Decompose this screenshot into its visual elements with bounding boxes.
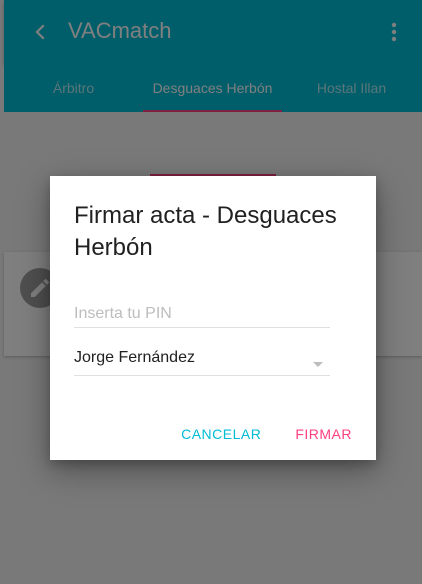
- person-select[interactable]: Jorge Fernández: [74, 346, 330, 376]
- cancel-button[interactable]: CANCELAR: [165, 416, 277, 452]
- dropdown-arrow-icon: [312, 356, 324, 367]
- sign-button[interactable]: FIRMAR: [279, 416, 368, 452]
- dialog-actions: CANCELAR FIRMAR: [163, 416, 368, 452]
- selected-person: Jorge Fernández: [74, 349, 195, 366]
- pin-input[interactable]: [74, 302, 330, 326]
- pin-field: [74, 302, 330, 328]
- dialog-title: Firmar acta - Desguaces Herbón: [74, 202, 337, 261]
- sign-report-dialog: Firmar acta - Desguaces Herbón Jorge Fer…: [50, 176, 376, 460]
